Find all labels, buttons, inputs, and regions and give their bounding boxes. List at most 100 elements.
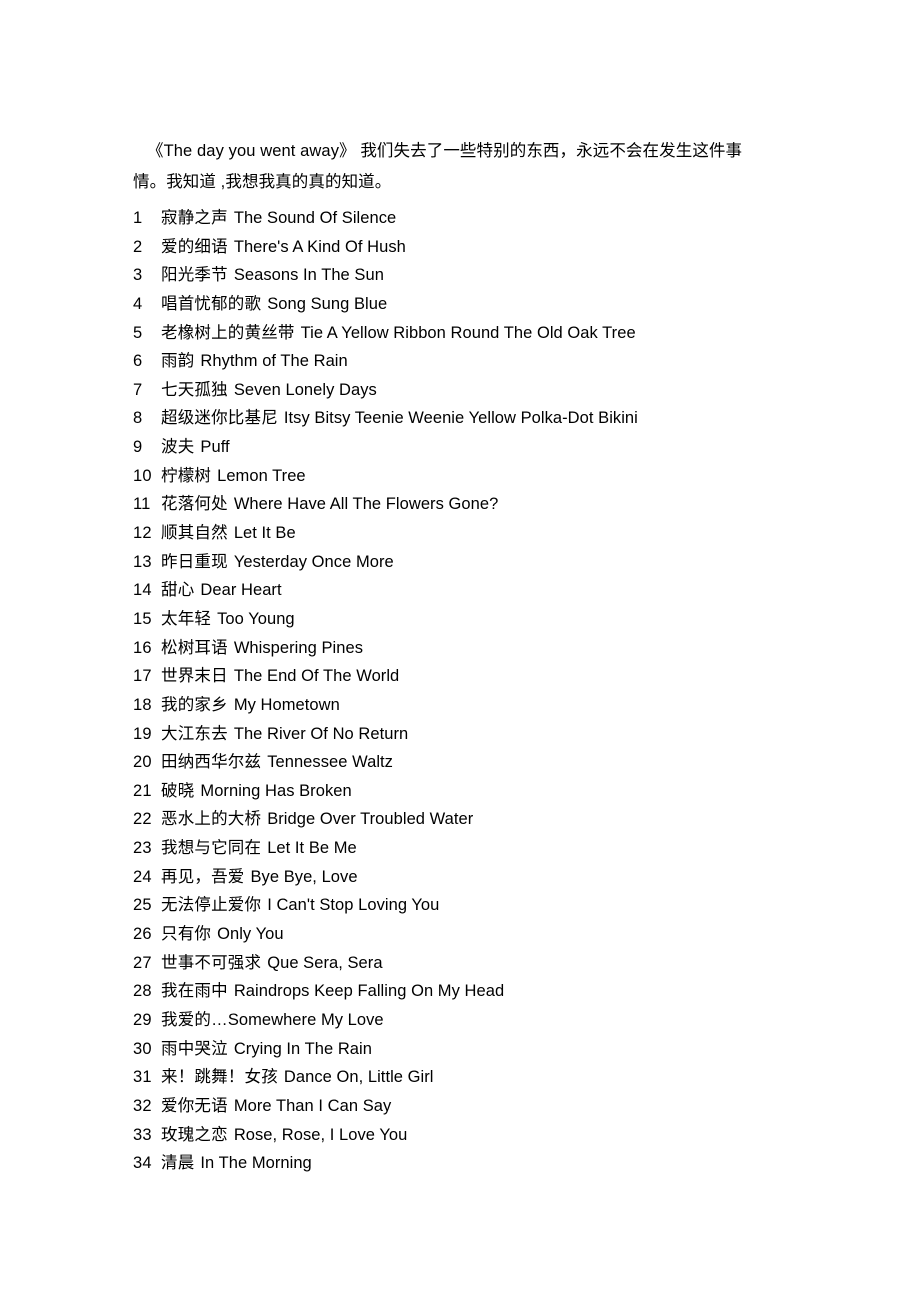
song-list-item: 4 唱首忧郁的歌 Song Sung Blue	[133, 290, 893, 319]
song-title-chinese: 恶水上的大桥	[161, 810, 262, 829]
song-title-english: Whispering Pines	[233, 638, 364, 657]
song-list-item: 6 雨韵 Rhythm of The Rain	[133, 347, 893, 376]
song-title-chinese: 破晓	[161, 781, 195, 800]
song-title-chinese: 清晨	[161, 1154, 195, 1173]
song-title-english: Tennessee Waltz	[267, 753, 393, 772]
song-title-english: Tie A Yellow Ribbon Round The Old Oak Tr…	[300, 323, 636, 342]
song-index: 31	[133, 1068, 152, 1087]
song-title-chinese: 世事不可强求	[161, 953, 262, 972]
song-list-item: 31 来！跳舞！女孩 Dance On, Little Girl	[133, 1063, 893, 1092]
song-title-english: Where Have All The Flowers Gone?	[233, 495, 499, 514]
song-list-item: 7 七天孤独 Seven Lonely Days	[133, 376, 893, 405]
song-title-english: Puff	[200, 438, 230, 457]
song-title-chinese: 七天孤独	[161, 380, 228, 399]
song-title-chinese: 我想与它同在	[161, 839, 262, 858]
song-title-english: Yesterday Once More	[233, 552, 394, 571]
song-title-chinese: 顺其自然	[161, 524, 228, 543]
song-title-chinese: 寂静之声	[161, 209, 228, 227]
song-title-chinese: 只有你	[161, 925, 212, 944]
song-list-item: 3 阳光季节 Seasons In The Sun	[133, 261, 893, 290]
song-title-english: Let It Be	[233, 524, 296, 543]
song-list-item: 9 波夫 Puff	[133, 433, 893, 462]
song-title-english: The Sound Of Silence	[233, 209, 397, 227]
song-title-english: In The Morning	[200, 1154, 312, 1173]
song-index: 17	[133, 667, 152, 686]
song-title-english: Dear Heart	[200, 581, 282, 600]
song-title-chinese: 大江东去	[161, 724, 228, 743]
song-index: 19	[133, 724, 152, 743]
song-list-item: 34 清晨 In The Morning	[133, 1149, 893, 1178]
song-index: 29	[133, 1010, 152, 1029]
song-title-english: Crying In The Rain	[233, 1039, 372, 1058]
song-title-english: The End Of The World	[233, 667, 400, 686]
song-index: 13	[133, 552, 152, 571]
song-title-chinese: 无法停止爱你	[161, 896, 262, 915]
song-title-english: Seasons In The Sun	[233, 266, 384, 285]
song-title-english: Somewhere My Love	[227, 1010, 384, 1029]
intro-paragraph: 《The day you went away》 我们失去了一些特别的东西，永远不…	[133, 141, 743, 191]
song-title-english: Rose, Rose, I Love You	[233, 1125, 408, 1144]
song-index: 3	[133, 266, 143, 285]
song-list-item: 22 恶水上的大桥 Bridge Over Troubled Water	[133, 805, 893, 834]
song-list-item: 23 我想与它同在 Let It Be Me	[133, 834, 893, 863]
song-index: 32	[133, 1096, 152, 1115]
song-index: 8	[133, 409, 143, 428]
document-page: 《The day you went away》 我们失去了一些特别的东西，永远不…	[0, 0, 920, 1301]
song-list-item: 28 我在雨中 Raindrops Keep Falling On My Head	[133, 977, 893, 1006]
song-list: 1 寂静之声 The Sound Of Silence 2 爱的细语 There's A …	[133, 204, 893, 1178]
song-title-english: Song Sung Blue	[267, 294, 388, 313]
song-list-item: 27 世事不可强求 Que Sera, Sera	[133, 949, 893, 978]
song-index: 34	[133, 1154, 152, 1173]
song-title-chinese: 我爱的…	[161, 1010, 228, 1029]
song-title-english: Dance On, Little Girl	[283, 1068, 434, 1087]
song-title-chinese: 雨中哭泣	[161, 1039, 228, 1058]
song-index: 33	[133, 1125, 152, 1144]
song-title-english: Que Sera, Sera	[267, 953, 383, 972]
song-title-chinese: 再见，吾爱	[161, 867, 245, 886]
song-list-item: 29 我爱的… Somewhere My Love	[133, 1006, 893, 1035]
song-index: 5	[133, 323, 143, 342]
song-index: 22	[133, 810, 152, 829]
song-title-chinese: 玫瑰之恋	[161, 1125, 228, 1144]
song-title-english: Bye Bye, Love	[250, 867, 358, 886]
song-title-chinese: 柠檬树	[161, 466, 212, 485]
song-list-item: 12 顺其自然 Let It Be	[133, 519, 893, 548]
song-title-chinese: 波夫	[161, 438, 195, 457]
song-list-item: 18 我的家乡 My Hometown	[133, 691, 893, 720]
song-title-english: Only You	[217, 925, 284, 944]
song-list-item: 16 松树耳语 Whispering Pines	[133, 634, 893, 663]
song-index: 15	[133, 609, 152, 628]
song-title-chinese: 我的家乡	[161, 695, 228, 714]
song-index: 26	[133, 925, 152, 944]
song-title-chinese: 爱的细语	[161, 237, 228, 256]
song-index: 27	[133, 953, 152, 972]
song-title-chinese: 太年轻	[161, 609, 212, 628]
song-title-english: My Hometown	[233, 695, 340, 714]
song-title-english: Raindrops Keep Falling On My Head	[233, 982, 505, 1001]
song-index: 7	[133, 380, 143, 399]
song-list-item: 8 超级迷你比基尼 Itsy Bitsy Teenie Weenie Yellow …	[133, 404, 893, 433]
song-list-item: 30 雨中哭泣 Crying In The Rain	[133, 1035, 893, 1064]
song-title-english: Itsy Bitsy Teenie Weenie Yellow Polka-Do…	[283, 409, 638, 428]
song-index: 6	[133, 352, 143, 371]
song-title-english: Morning Has Broken	[200, 781, 352, 800]
song-title-chinese: 花落何处	[161, 495, 228, 514]
song-list-item: 32 爱你无语 More Than I Can Say	[133, 1092, 893, 1121]
song-index: 20	[133, 753, 152, 772]
song-index: 11	[133, 495, 151, 514]
song-list-item: 13 昨日重现 Yesterday Once More	[133, 548, 893, 577]
song-list-item: 2 爱的细语 There's A Kind Of Hush	[133, 233, 893, 262]
song-title-english: Seven Lonely Days	[233, 380, 377, 399]
song-list-item: 19 大江东去 The River Of No Return	[133, 720, 893, 749]
song-index: 28	[133, 982, 152, 1001]
song-title-chinese: 松树耳语	[161, 638, 228, 657]
song-index: 4	[133, 294, 143, 313]
song-title-chinese: 世界末日	[161, 667, 228, 686]
song-title-chinese: 唱首忧郁的歌	[161, 294, 262, 313]
song-index: 25	[133, 896, 152, 915]
song-title-chinese: 超级迷你比基尼	[161, 409, 278, 428]
song-list-item: 24 再见，吾爱 Bye Bye, Love	[133, 863, 893, 892]
song-title-chinese: 来！跳舞！女孩	[161, 1068, 278, 1087]
song-list-item: 11 花落何处 Where Have All The Flowers Gone?	[133, 490, 893, 519]
song-list-item: 1 寂静之声 The Sound Of Silence	[133, 204, 893, 233]
